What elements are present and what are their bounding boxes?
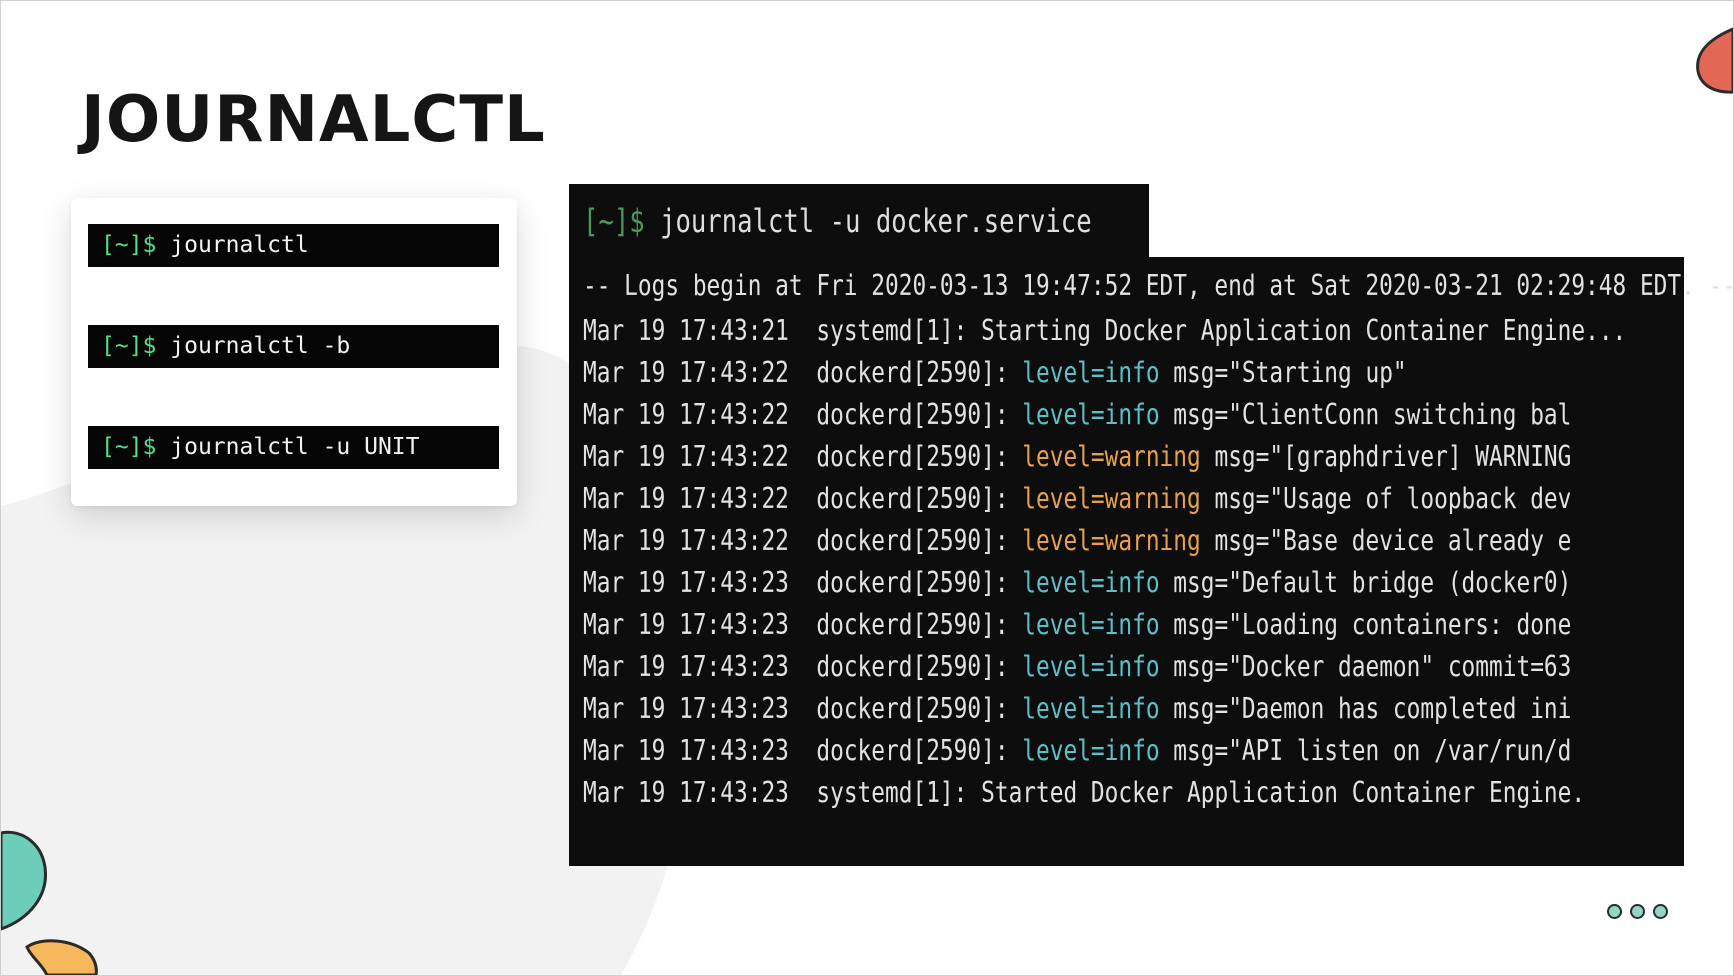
- log-message: msg="API listen on /var/run/d: [1173, 734, 1572, 767]
- log-source: dockerd[2590]:: [816, 356, 1009, 389]
- slide-title: JOURNALCTL: [81, 83, 546, 157]
- log-level: level=info: [1022, 734, 1160, 767]
- terminal-command: journalctl -u docker.service: [660, 202, 1092, 240]
- command-text: journalctl: [170, 232, 309, 258]
- log-level: level=info: [1022, 608, 1160, 641]
- log-message: msg="Loading containers: done: [1173, 608, 1572, 641]
- log-timestamp: Mar 19 17:43:23: [583, 776, 789, 809]
- log-timestamp: Mar 19 17:43:23: [583, 692, 789, 725]
- command-text: journalctl -b: [170, 333, 351, 359]
- log-source: dockerd[2590]:: [816, 440, 1009, 473]
- red-blob-icon: [1696, 27, 1733, 94]
- log-source: dockerd[2590]:: [816, 398, 1009, 431]
- log-source: dockerd[2590]:: [816, 692, 1009, 725]
- log-timestamp: Mar 19 17:43:22: [583, 356, 789, 389]
- log-message: msg="Base device already e: [1214, 524, 1572, 557]
- slide: JOURNALCTL [~]$ journalctl [~]$ journalc…: [0, 0, 1734, 976]
- log-timestamp: Mar 19 17:43:23: [583, 608, 789, 641]
- log-header-line: -- Logs begin at Fri 2020-03-13 19:47:52…: [583, 269, 1734, 302]
- dot: [1653, 904, 1668, 919]
- log-level: level=info: [1022, 692, 1160, 725]
- log-timestamp: Mar 19 17:43:22: [583, 482, 789, 515]
- log-line: Mar 19 17:43:23 dockerd[2590]: level=inf…: [583, 650, 1571, 683]
- log-message: msg="Starting up": [1173, 356, 1407, 389]
- log-line: Mar 19 17:43:23 dockerd[2590]: level=inf…: [583, 692, 1571, 725]
- log-level: level=info: [1022, 566, 1160, 599]
- log-line: Mar 19 17:43:22 dockerd[2590]: level=inf…: [583, 398, 1571, 431]
- prompt: [~]$: [101, 232, 157, 258]
- prompt: [~]$: [101, 434, 157, 460]
- log-source: systemd[1]:: [816, 314, 968, 347]
- log-message: msg="Daemon has completed ini: [1173, 692, 1572, 725]
- terminal-command-line: [~]$ journalctl -u docker.service: [583, 202, 1092, 240]
- log-message: Starting Docker Application Container En…: [981, 314, 1627, 347]
- terminal-screenshot: [~]$ journalctl -u docker.service -- Log…: [569, 184, 1733, 866]
- log-message: msg="Docker daemon" commit=63: [1173, 650, 1572, 683]
- log-message: Started Docker Application Container Eng…: [981, 776, 1586, 809]
- terminal-prompt: [~]$: [583, 202, 645, 240]
- log-message: msg="[graphdriver] WARNING: [1214, 440, 1572, 473]
- log-line: Mar 19 17:43:23 dockerd[2590]: level=inf…: [583, 566, 1571, 599]
- log-line: Mar 19 17:43:22 dockerd[2590]: level=war…: [583, 440, 1571, 473]
- log-timestamp: Mar 19 17:43:23: [583, 566, 789, 599]
- log-level: level=warning: [1022, 440, 1201, 473]
- commands-card: [~]$ journalctl [~]$ journalctl -b [~]$ …: [71, 198, 517, 506]
- command-text: journalctl -u UNIT: [170, 434, 420, 460]
- prompt: [~]$: [101, 333, 157, 359]
- log-line: Mar 19 17:43:23 dockerd[2590]: level=inf…: [583, 734, 1571, 767]
- log-level: level=warning: [1022, 482, 1201, 515]
- log-message: msg="ClientConn switching bal: [1173, 398, 1572, 431]
- log-line: Mar 19 17:43:23 systemd[1]: Started Dock…: [583, 776, 1585, 809]
- more-dots-icon[interactable]: [1607, 904, 1676, 923]
- log-line: Mar 19 17:43:22 dockerd[2590]: level=war…: [583, 482, 1571, 515]
- log-message: msg="Usage of loopback dev: [1214, 482, 1572, 515]
- log-line: Mar 19 17:43:23 dockerd[2590]: level=inf…: [583, 608, 1571, 641]
- log-timestamp: Mar 19 17:43:22: [583, 398, 789, 431]
- log-line: Mar 19 17:43:22 dockerd[2590]: level=war…: [583, 524, 1571, 557]
- log-source: dockerd[2590]:: [816, 524, 1009, 557]
- log-line: Mar 19 17:43:22 dockerd[2590]: level=inf…: [583, 356, 1407, 389]
- log-level: level=info: [1022, 398, 1160, 431]
- command-journalctl: [~]$ journalctl: [88, 224, 499, 267]
- log-timestamp: Mar 19 17:43:23: [583, 734, 789, 767]
- dot: [1607, 904, 1622, 919]
- log-level: level=warning: [1022, 524, 1201, 557]
- log-source: systemd[1]:: [816, 776, 968, 809]
- log-message: msg="Default bridge (docker0): [1173, 566, 1572, 599]
- terminal-notch: [1149, 184, 1684, 257]
- log-source: dockerd[2590]:: [816, 734, 1009, 767]
- log-level: level=info: [1022, 356, 1160, 389]
- log-source: dockerd[2590]:: [816, 608, 1009, 641]
- log-timestamp: Mar 19 17:43:22: [583, 440, 789, 473]
- log-source: dockerd[2590]:: [816, 482, 1009, 515]
- log-timestamp: Mar 19 17:43:21: [583, 314, 789, 347]
- log-timestamp: Mar 19 17:43:22: [583, 524, 789, 557]
- command-journalctl-boot: [~]$ journalctl -b: [88, 325, 499, 368]
- log-source: dockerd[2590]:: [816, 650, 1009, 683]
- command-journalctl-unit: [~]$ journalctl -u UNIT: [88, 426, 499, 469]
- log-line: Mar 19 17:43:21 systemd[1]: Starting Doc…: [583, 314, 1626, 347]
- dot: [1630, 904, 1645, 919]
- log-source: dockerd[2590]:: [816, 566, 1009, 599]
- log-timestamp: Mar 19 17:43:23: [583, 650, 789, 683]
- log-level: level=info: [1022, 650, 1160, 683]
